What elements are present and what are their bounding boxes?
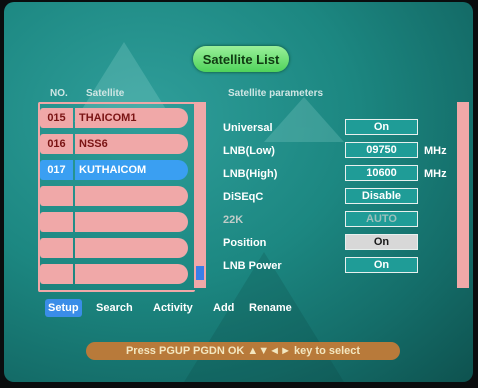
satellite-name: NSS6 (75, 134, 188, 154)
param-unit-lnb-low: MHz (424, 145, 447, 157)
satellite-number (40, 212, 73, 232)
param-label-position: Position (223, 237, 267, 249)
menu-search[interactable]: Search (96, 302, 133, 314)
menu-add[interactable]: Add (213, 302, 234, 314)
param-value-lnb-power[interactable]: On (345, 257, 418, 273)
param-value-22k: AUTO (345, 211, 418, 227)
header-no: NO. (50, 88, 68, 99)
param-label-universal: Universal (223, 122, 273, 134)
satellite-number: 016 (40, 134, 73, 154)
satellite-number (40, 264, 73, 284)
param-value-lnb-high[interactable]: 10600 (345, 165, 418, 181)
satellite-number (40, 186, 73, 206)
satellite-row-empty[interactable] (40, 212, 188, 232)
param-label-diseqc: DiSEqC (223, 191, 264, 203)
param-value-diseqc[interactable]: Disable (345, 188, 418, 204)
satellite-number (40, 238, 73, 258)
menu-activity[interactable]: Activity (153, 302, 193, 314)
menu-rename[interactable]: Rename (249, 302, 292, 314)
header-satellite: Satellite (86, 88, 125, 99)
param-label-22k: 22K (223, 214, 244, 226)
param-value-lnb-low[interactable]: 09750 (345, 142, 418, 158)
tv-screen: Satellite List NO. Satellite Satellite p… (4, 2, 473, 382)
satellite-row-selected[interactable]: 017 KUTHAICOM (40, 160, 188, 180)
param-value-universal[interactable]: On (345, 119, 418, 135)
satellite-list-scrollbar[interactable] (194, 102, 206, 288)
scrollbar-thumb[interactable] (196, 266, 204, 280)
satellite-row-empty[interactable] (40, 238, 188, 258)
param-unit-lnb-high: MHz (424, 168, 447, 180)
key-hint-bar: Press PGUP PGDN OK ▲▼◄► key to select (86, 342, 400, 360)
satellite-row-empty[interactable] (40, 264, 188, 284)
satellite-name (75, 186, 188, 206)
satellite-name (75, 264, 188, 284)
param-label-lnb-high: LNB(High) (223, 168, 278, 180)
param-label-lnb-power: LNB Power (223, 260, 282, 272)
satellite-name (75, 238, 188, 258)
satellite-name: KUTHAICOM (75, 160, 188, 180)
header-parameters: Satellite parameters (228, 88, 324, 99)
satellite-number: 017 (40, 160, 73, 180)
satellite-name: THAICOM1 (75, 108, 188, 128)
parameters-scrollbar[interactable] (457, 102, 469, 288)
satellite-number: 015 (40, 108, 73, 128)
menu-setup[interactable]: Setup (45, 299, 82, 317)
satellite-name (75, 212, 188, 232)
satellite-row[interactable]: 015 THAICOM1 (40, 108, 188, 128)
param-value-position[interactable]: On (345, 234, 418, 250)
param-label-lnb-low: LNB(Low) (223, 145, 275, 157)
page-title: Satellite List (193, 46, 289, 72)
satellite-row[interactable]: 016 NSS6 (40, 134, 188, 154)
satellite-row-empty[interactable] (40, 186, 188, 206)
